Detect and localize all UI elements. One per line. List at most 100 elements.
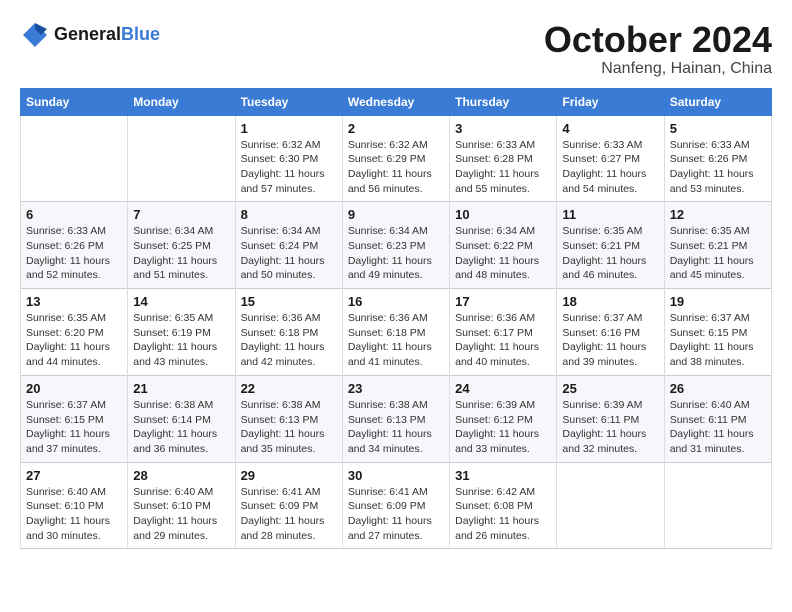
day-info: Sunrise: 6:34 AMSunset: 6:23 PMDaylight:… xyxy=(348,224,444,283)
day-number: 5 xyxy=(670,121,766,136)
col-wednesday: Wednesday xyxy=(342,88,449,115)
day-number: 29 xyxy=(241,468,337,483)
day-number: 18 xyxy=(562,294,658,309)
calendar-cell: 18 Sunrise: 6:37 AMSunset: 6:16 PMDayligh… xyxy=(557,289,664,376)
col-saturday: Saturday xyxy=(664,88,771,115)
day-number: 14 xyxy=(133,294,229,309)
logo-text: GeneralBlue xyxy=(54,25,160,45)
day-info: Sunrise: 6:35 AMSunset: 6:20 PMDaylight:… xyxy=(26,311,122,370)
title-block: October 2024 Nanfeng, Hainan, China xyxy=(544,20,772,78)
day-info: Sunrise: 6:35 AMSunset: 6:21 PMDaylight:… xyxy=(670,224,766,283)
day-number: 9 xyxy=(348,207,444,222)
col-friday: Friday xyxy=(557,88,664,115)
calendar-cell: 2Sunrise: 6:32 AMSunset: 6:29 PMDaylight… xyxy=(342,115,449,202)
day-number: 30 xyxy=(348,468,444,483)
calendar-cell: 9 Sunrise: 6:34 AMSunset: 6:23 PMDaylight… xyxy=(342,202,449,289)
calendar-cell: 30 Sunrise: 6:41 AMSunset: 6:09 PMDayligh… xyxy=(342,462,449,549)
calendar-cell: 21Sunrise: 6:38 AMSunset: 6:14 PMDayligh… xyxy=(128,375,235,462)
day-info: Sunrise: 6:37 AMSunset: 6:15 PMDaylight:… xyxy=(670,311,766,370)
day-info: Sunrise: 6:39 AMSunset: 6:12 PMDaylight:… xyxy=(455,398,551,457)
page-header: GeneralBlue October 2024 Nanfeng, Hainan… xyxy=(20,20,772,78)
calendar-cell: 31 Sunrise: 6:42 AMSunset: 6:08 PMDayligh… xyxy=(450,462,557,549)
day-number: 6 xyxy=(26,207,122,222)
day-info: Sunrise: 6:41 AMSunset: 6:09 PMDaylight:… xyxy=(348,485,444,544)
col-thursday: Thursday xyxy=(450,88,557,115)
calendar-cell: 19 Sunrise: 6:37 AMSunset: 6:15 PMDayligh… xyxy=(664,289,771,376)
calendar-cell: 14 Sunrise: 6:35 AMSunset: 6:19 PMDayligh… xyxy=(128,289,235,376)
calendar-week-4: 20 Sunrise: 6:37 AMSunset: 6:15 PMDayligh… xyxy=(21,375,772,462)
calendar-cell: 28 Sunrise: 6:40 AMSunset: 6:10 PMDayligh… xyxy=(128,462,235,549)
day-number: 15 xyxy=(241,294,337,309)
calendar-cell: 27Sunrise: 6:40 AMSunset: 6:10 PMDayligh… xyxy=(21,462,128,549)
calendar-cell: 6 Sunrise: 6:33 AMSunset: 6:26 PMDaylight… xyxy=(21,202,128,289)
day-info: Sunrise: 6:32 AMSunset: 6:29 PMDaylight:… xyxy=(348,138,444,197)
calendar-cell: 8 Sunrise: 6:34 AMSunset: 6:24 PMDaylight… xyxy=(235,202,342,289)
col-monday: Monday xyxy=(128,88,235,115)
day-info: Sunrise: 6:38 AMSunset: 6:13 PMDaylight:… xyxy=(348,398,444,457)
day-number: 23 xyxy=(348,381,444,396)
calendar-week-5: 27Sunrise: 6:40 AMSunset: 6:10 PMDayligh… xyxy=(21,462,772,549)
calendar-cell: 12Sunrise: 6:35 AMSunset: 6:21 PMDayligh… xyxy=(664,202,771,289)
day-number: 20 xyxy=(26,381,122,396)
day-number: 17 xyxy=(455,294,551,309)
calendar-cell xyxy=(128,115,235,202)
calendar-cell: 10 Sunrise: 6:34 AMSunset: 6:22 PMDayligh… xyxy=(450,202,557,289)
calendar-cell: 15 Sunrise: 6:36 AMSunset: 6:18 PMDayligh… xyxy=(235,289,342,376)
day-number: 1 xyxy=(241,121,337,136)
calendar-cell: 5 Sunrise: 6:33 AMSunset: 6:26 PMDaylight… xyxy=(664,115,771,202)
day-number: 31 xyxy=(455,468,551,483)
day-info: Sunrise: 6:41 AMSunset: 6:09 PMDaylight:… xyxy=(241,485,337,544)
calendar-cell: 4Sunrise: 6:33 AMSunset: 6:27 PMDaylight… xyxy=(557,115,664,202)
day-number: 24 xyxy=(455,381,551,396)
day-info: Sunrise: 6:37 AMSunset: 6:15 PMDaylight:… xyxy=(26,398,122,457)
calendar-cell: 11 Sunrise: 6:35 AMSunset: 6:21 PMDayligh… xyxy=(557,202,664,289)
calendar-week-1: 1Sunrise: 6:32 AMSunset: 6:30 PMDaylight… xyxy=(21,115,772,202)
day-info: Sunrise: 6:36 AMSunset: 6:17 PMDaylight:… xyxy=(455,311,551,370)
day-info: Sunrise: 6:34 AMSunset: 6:22 PMDaylight:… xyxy=(455,224,551,283)
day-number: 8 xyxy=(241,207,337,222)
day-info: Sunrise: 6:38 AMSunset: 6:14 PMDaylight:… xyxy=(133,398,229,457)
calendar-cell: 20 Sunrise: 6:37 AMSunset: 6:15 PMDayligh… xyxy=(21,375,128,462)
day-info: Sunrise: 6:40 AMSunset: 6:10 PMDaylight:… xyxy=(133,485,229,544)
day-number: 11 xyxy=(562,207,658,222)
day-info: Sunrise: 6:33 AMSunset: 6:26 PMDaylight:… xyxy=(670,138,766,197)
calendar-table: Sunday Monday Tuesday Wednesday Thursday… xyxy=(20,88,772,550)
day-info: Sunrise: 6:37 AMSunset: 6:16 PMDaylight:… xyxy=(562,311,658,370)
day-info: Sunrise: 6:36 AMSunset: 6:18 PMDaylight:… xyxy=(348,311,444,370)
calendar-cell: 25Sunrise: 6:39 AMSunset: 6:11 PMDayligh… xyxy=(557,375,664,462)
logo-icon xyxy=(20,20,50,50)
day-number: 22 xyxy=(241,381,337,396)
calendar-cell: 3 Sunrise: 6:33 AMSunset: 6:28 PMDaylight… xyxy=(450,115,557,202)
day-info: Sunrise: 6:36 AMSunset: 6:18 PMDaylight:… xyxy=(241,311,337,370)
day-number: 3 xyxy=(455,121,551,136)
calendar-cell: 24 Sunrise: 6:39 AMSunset: 6:12 PMDayligh… xyxy=(450,375,557,462)
day-info: Sunrise: 6:35 AMSunset: 6:21 PMDaylight:… xyxy=(562,224,658,283)
day-info: Sunrise: 6:40 AMSunset: 6:10 PMDaylight:… xyxy=(26,485,122,544)
day-info: Sunrise: 6:34 AMSunset: 6:25 PMDaylight:… xyxy=(133,224,229,283)
calendar-cell xyxy=(664,462,771,549)
day-number: 4 xyxy=(562,121,658,136)
calendar-cell: 17 Sunrise: 6:36 AMSunset: 6:17 PMDayligh… xyxy=(450,289,557,376)
day-info: Sunrise: 6:38 AMSunset: 6:13 PMDaylight:… xyxy=(241,398,337,457)
day-number: 28 xyxy=(133,468,229,483)
day-number: 26 xyxy=(670,381,766,396)
calendar-cell: 7 Sunrise: 6:34 AMSunset: 6:25 PMDaylight… xyxy=(128,202,235,289)
day-number: 7 xyxy=(133,207,229,222)
day-info: Sunrise: 6:33 AMSunset: 6:28 PMDaylight:… xyxy=(455,138,551,197)
day-number: 16 xyxy=(348,294,444,309)
calendar-header-row: Sunday Monday Tuesday Wednesday Thursday… xyxy=(21,88,772,115)
day-info: Sunrise: 6:42 AMSunset: 6:08 PMDaylight:… xyxy=(455,485,551,544)
calendar-cell: 26Sunrise: 6:40 AMSunset: 6:11 PMDayligh… xyxy=(664,375,771,462)
day-number: 19 xyxy=(670,294,766,309)
day-number: 10 xyxy=(455,207,551,222)
calendar-cell: 1Sunrise: 6:32 AMSunset: 6:30 PMDaylight… xyxy=(235,115,342,202)
calendar-cell: 23 Sunrise: 6:38 AMSunset: 6:13 PMDayligh… xyxy=(342,375,449,462)
day-info: Sunrise: 6:35 AMSunset: 6:19 PMDaylight:… xyxy=(133,311,229,370)
month-title: October 2024 xyxy=(544,20,772,60)
logo: GeneralBlue xyxy=(20,20,160,50)
day-info: Sunrise: 6:33 AMSunset: 6:26 PMDaylight:… xyxy=(26,224,122,283)
day-number: 13 xyxy=(26,294,122,309)
day-info: Sunrise: 6:34 AMSunset: 6:24 PMDaylight:… xyxy=(241,224,337,283)
calendar-cell: 22 Sunrise: 6:38 AMSunset: 6:13 PMDayligh… xyxy=(235,375,342,462)
calendar-cell: 13 Sunrise: 6:35 AMSunset: 6:20 PMDayligh… xyxy=(21,289,128,376)
